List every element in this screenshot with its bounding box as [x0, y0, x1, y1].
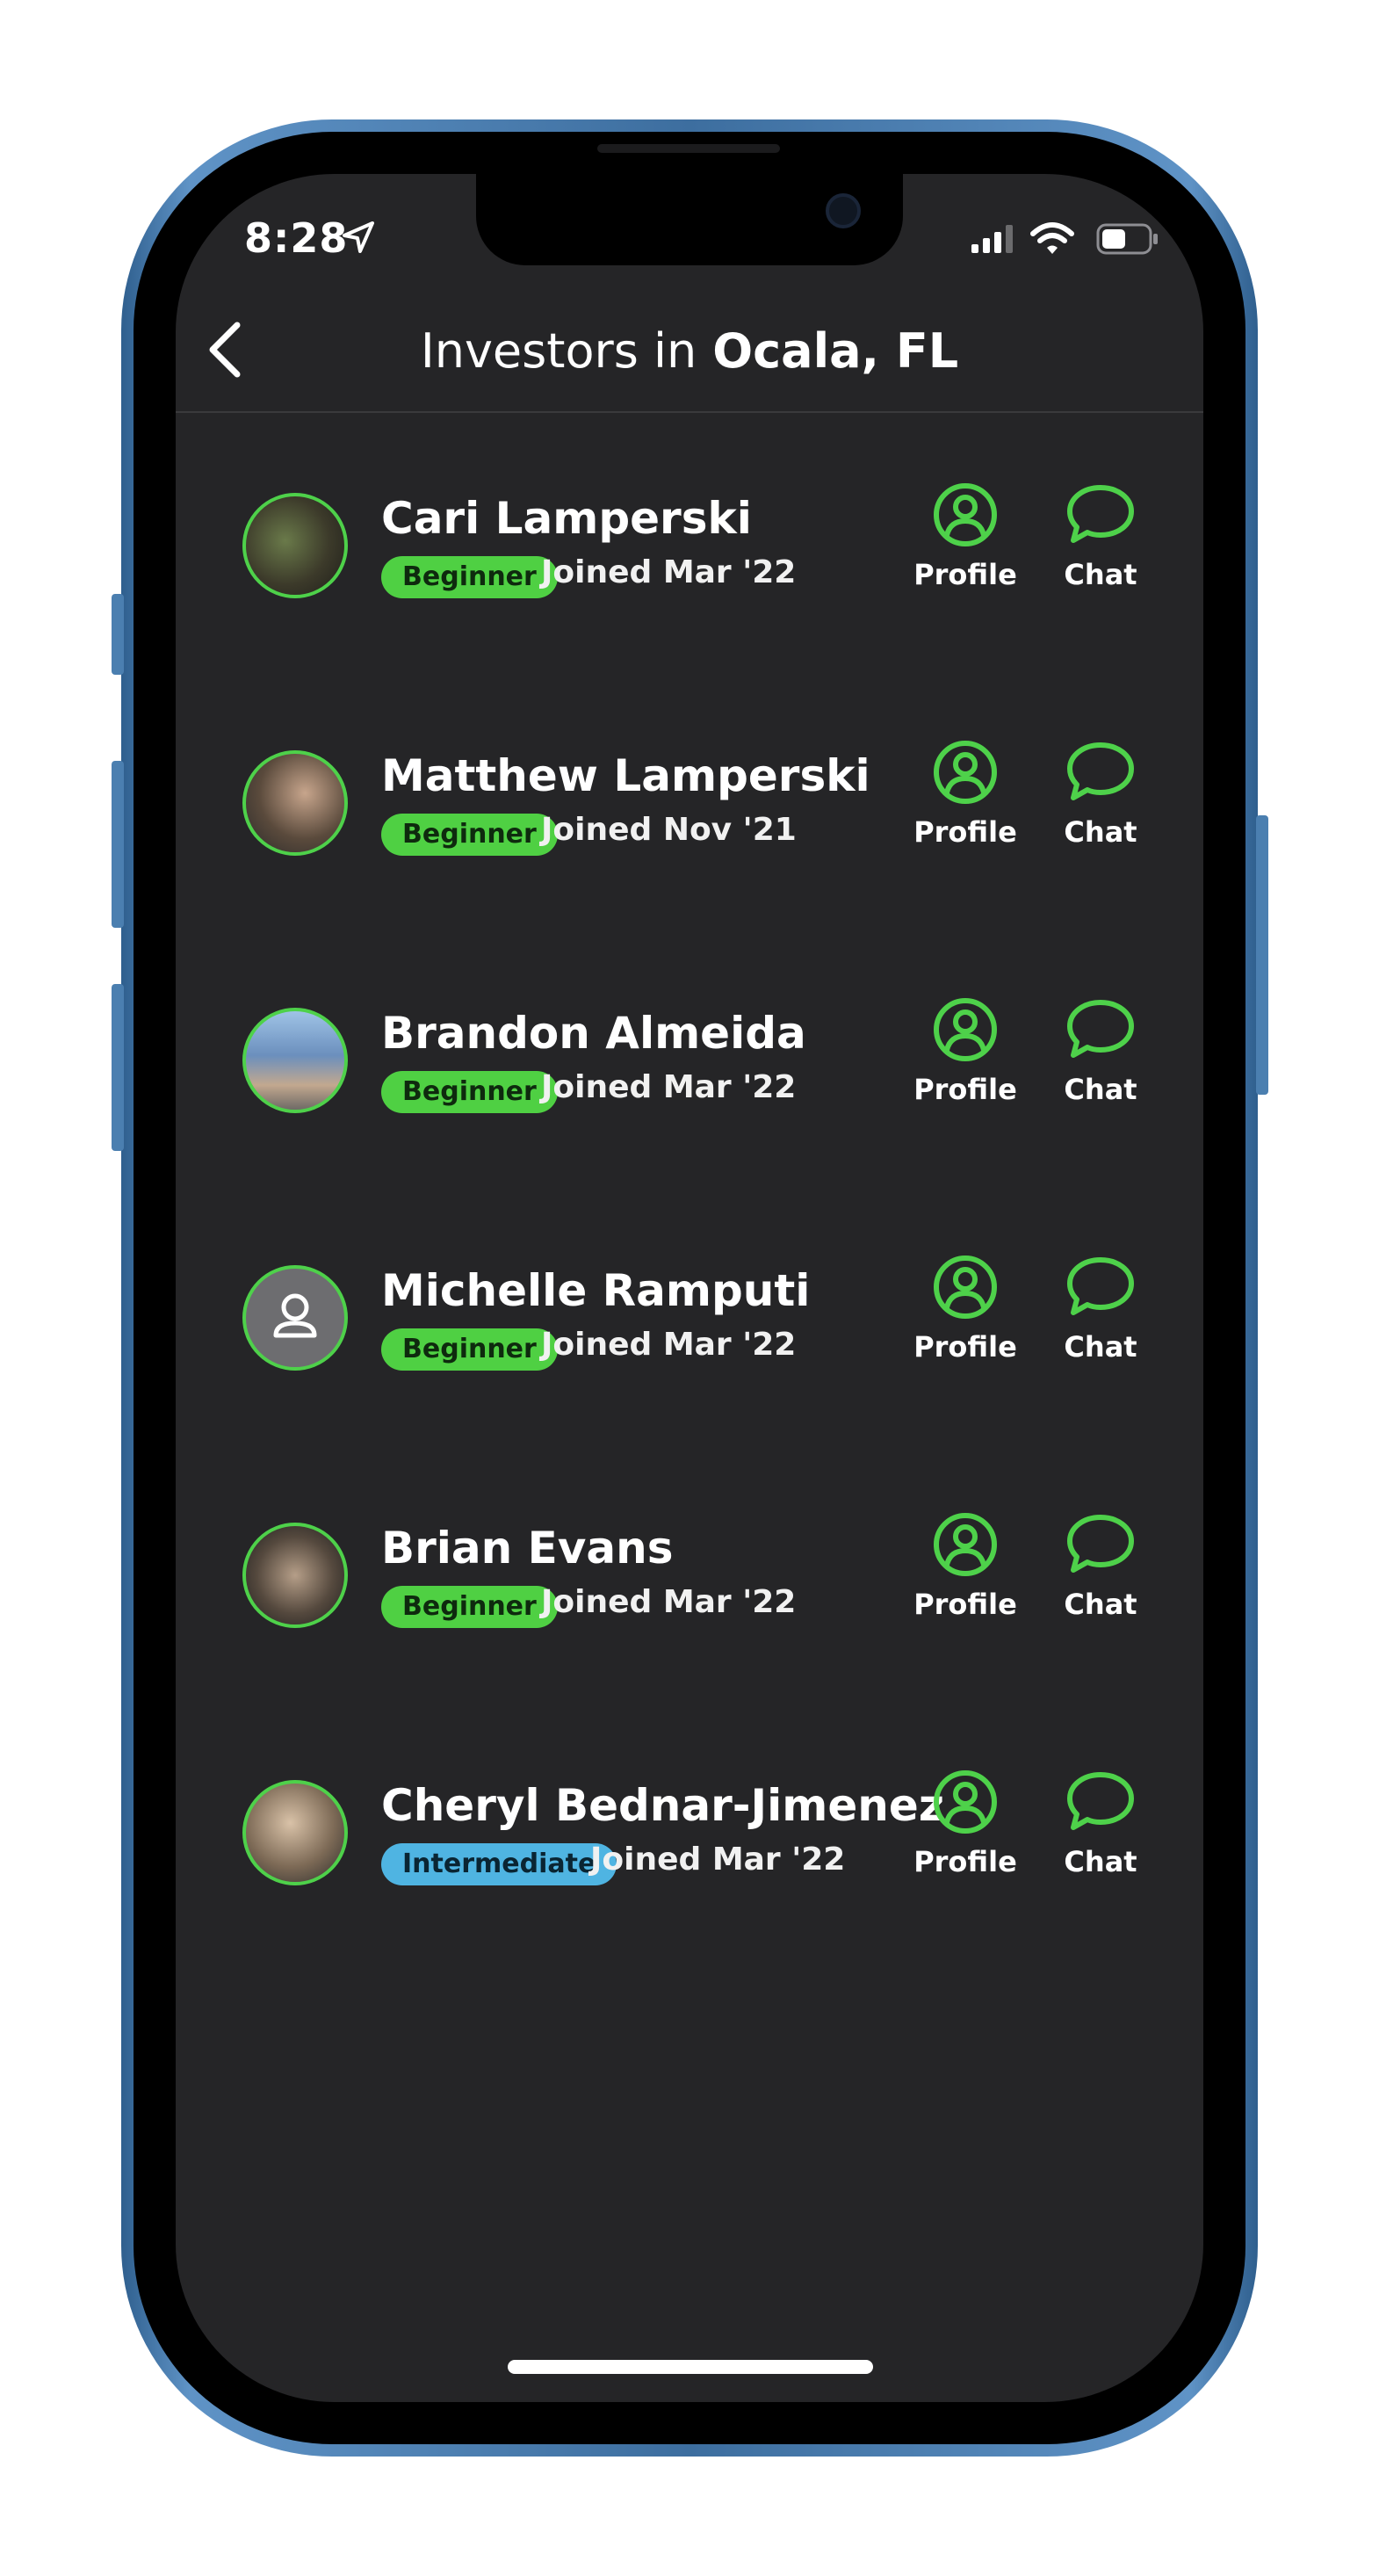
profile-button[interactable]: Profile [908, 995, 1022, 1106]
chat-button[interactable]: Chat [1043, 1768, 1158, 1878]
avatar[interactable] [242, 493, 348, 598]
chat-button[interactable]: Chat [1043, 1510, 1158, 1621]
joined-date: Joined Mar '22 [541, 1069, 797, 1105]
joined-date: Joined Mar '22 [541, 1584, 797, 1620]
avatar[interactable] [242, 1523, 348, 1628]
investor-name: Cheryl Bednar-Jimenez [381, 1780, 944, 1831]
experience-badge: Beginner [381, 556, 558, 598]
investor-name: Brian Evans [381, 1523, 674, 1574]
investor-row: Brian Evans Beginner Joined Mar '22 Profile… [176, 1510, 1203, 1642]
profile-label: Profile [913, 1845, 1017, 1878]
avatar[interactable] [242, 1008, 348, 1113]
experience-badge: Intermediate [381, 1843, 617, 1885]
chat-label: Chat [1064, 815, 1137, 849]
profile-button[interactable]: Profile [908, 481, 1022, 591]
investor-row: Michelle Ramputi Beginner Joined Mar '22 Pr… [176, 1253, 1203, 1385]
joined-date: Joined Mar '22 [590, 1842, 846, 1878]
silent-switch [112, 594, 124, 675]
experience-badge: Beginner [381, 1586, 558, 1628]
default-user-icon [273, 1293, 317, 1338]
chat-icon [1067, 1772, 1134, 1830]
location-arrow-icon [343, 221, 374, 253]
chat-button[interactable]: Chat [1043, 1253, 1158, 1364]
investor-name: Michelle Ramputi [381, 1265, 811, 1316]
home-indicator[interactable] [508, 2360, 873, 2374]
avatar[interactable] [242, 750, 348, 856]
nav-header: Investors in Ocala, FL [176, 304, 1203, 413]
front-camera [826, 193, 861, 228]
title-prefix: Investors in [420, 323, 697, 379]
profile-icon [934, 1255, 997, 1319]
power-button [1256, 815, 1268, 1095]
profile-button[interactable]: Profile [908, 1768, 1022, 1878]
joined-date: Joined Nov '21 [541, 812, 797, 848]
avatar[interactable] [242, 1780, 348, 1885]
chat-button[interactable]: Chat [1043, 995, 1158, 1106]
profile-icon [934, 998, 997, 1061]
chat-icon [1067, 1515, 1134, 1573]
title-city: Ocala, FL [712, 323, 959, 379]
experience-badge: Beginner [381, 1328, 558, 1371]
investor-name: Matthew Lamperski [381, 750, 870, 801]
profile-icon [934, 1513, 997, 1576]
chat-icon [1067, 742, 1134, 800]
investor-name: Brandon Almeida [381, 1008, 806, 1059]
profile-label: Profile [913, 815, 1017, 849]
investor-row: Matthew Lamperski Beginner Joined Nov '21 P… [176, 738, 1203, 870]
app-screen: 8:28 Investors in Ocala, FL Cari Lampersk… [176, 174, 1203, 2402]
chat-icon [1067, 1000, 1134, 1058]
chat-icon [1067, 1257, 1134, 1315]
investor-row: Cari Lamperski Beginner Joined Mar '22 Prof… [176, 481, 1203, 612]
experience-badge: Beginner [381, 814, 558, 856]
volume-up-button [112, 761, 124, 928]
notch [476, 174, 903, 265]
investor-name: Cari Lamperski [381, 493, 752, 544]
investor-row: Brandon Almeida Beginner Joined Mar '22 Pro… [176, 995, 1203, 1127]
profile-icon [934, 483, 997, 546]
profile-icon [934, 1770, 997, 1834]
earpiece-speaker [597, 144, 780, 153]
profile-button[interactable]: Profile [908, 738, 1022, 849]
status-time: 8:28 [244, 214, 349, 262]
profile-label: Profile [913, 1073, 1017, 1106]
experience-badge: Beginner [381, 1071, 558, 1113]
chat-icon [1067, 485, 1134, 543]
profile-button[interactable]: Profile [908, 1510, 1022, 1621]
chat-label: Chat [1064, 1073, 1137, 1106]
cellular-signal-icon [971, 225, 1013, 253]
chat-label: Chat [1064, 1588, 1137, 1621]
chat-button[interactable]: Chat [1043, 481, 1158, 591]
battery-icon [1096, 223, 1158, 255]
joined-date: Joined Mar '22 [541, 554, 797, 590]
page-title: Investors in Ocala, FL [176, 323, 1203, 379]
profile-icon [934, 741, 997, 804]
chat-button[interactable]: Chat [1043, 738, 1158, 849]
chat-label: Chat [1064, 1845, 1137, 1878]
joined-date: Joined Mar '22 [541, 1327, 797, 1363]
profile-label: Profile [913, 1588, 1017, 1621]
profile-label: Profile [913, 1330, 1017, 1364]
wifi-icon [1030, 222, 1074, 254]
investor-row: Cheryl Bednar-Jimenez Intermediate Joined … [176, 1768, 1203, 1899]
chat-label: Chat [1064, 558, 1137, 591]
profile-button[interactable]: Profile [908, 1253, 1022, 1364]
volume-down-button [112, 984, 124, 1151]
avatar[interactable] [242, 1265, 348, 1371]
profile-label: Profile [913, 558, 1017, 591]
chat-label: Chat [1064, 1330, 1137, 1364]
